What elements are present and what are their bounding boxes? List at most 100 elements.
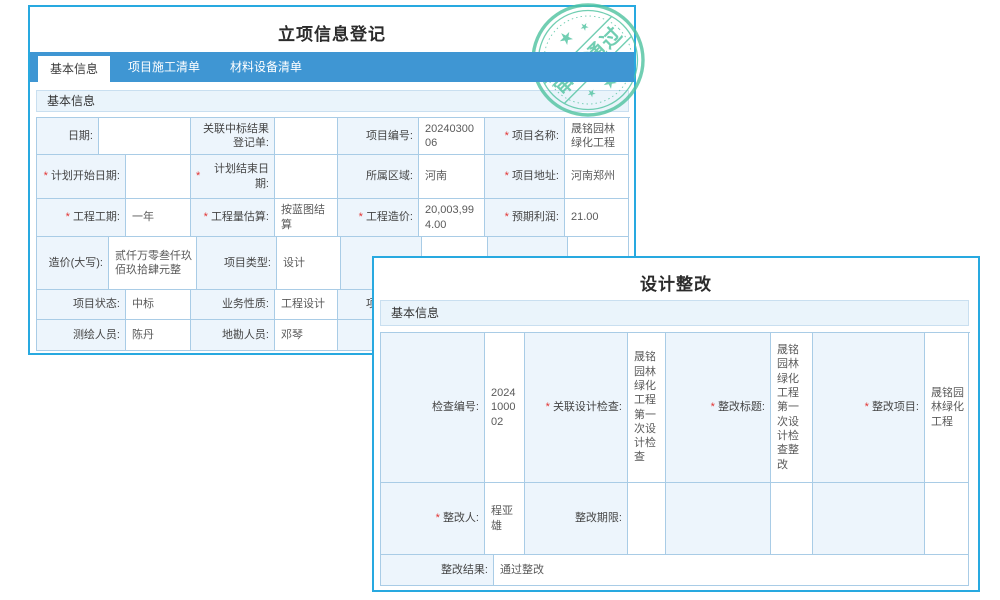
tab-bar: 基本信息项目施工清单材料设备清单 [30, 52, 634, 82]
field-label-text: 整改结果: [441, 563, 488, 577]
field-value: 2024100002 [485, 333, 525, 483]
form-row: 日期:关联中标结果登记单:项目编号:2024030006*项目名称:晟铭园林绿化… [37, 118, 630, 155]
field-value: 20,003,994.00 [419, 199, 485, 237]
form-row: 整改结果: 通过整改 [381, 555, 970, 586]
field-label-text: 所属区域: [366, 169, 413, 183]
required-asterisk: * [865, 400, 869, 414]
field-value: 陈丹 [126, 320, 191, 351]
field-label-text: 地勘人员: [222, 328, 269, 342]
field-label: 整改结果: [381, 555, 494, 586]
field-label-text: 项目状态: [73, 297, 120, 311]
field-value: 中标 [126, 290, 191, 320]
field-value: 邓琴 [275, 320, 338, 351]
field-value [126, 155, 191, 199]
field-label [813, 483, 925, 555]
design-rectification-window: 设计整改 基本信息 检查编号:2024100002*关联设计检查:晟铭园林绿化工… [372, 256, 980, 592]
field-label: 日期: [37, 118, 99, 155]
field-label-text: 整改项目: [872, 400, 919, 414]
required-asterisk: * [505, 169, 509, 183]
field-label-text: 整改标题: [718, 400, 765, 414]
required-asterisk: * [505, 210, 509, 224]
field-label: *工程工期: [37, 199, 126, 237]
required-asterisk: * [204, 210, 208, 224]
field-label: 所属区域: [338, 155, 419, 199]
field-label [666, 483, 771, 555]
field-label: *整改项目: [813, 333, 925, 483]
form-row: *工程工期:一年*工程量估算:按蓝图结算*工程造价:20,003,994.00*… [37, 199, 630, 237]
field-label-text: 计划开始日期: [51, 169, 120, 183]
field-label-text: 整改期限: [575, 511, 622, 525]
field-value: 通过整改 [494, 555, 969, 586]
field-label: 整改期限: [525, 483, 628, 555]
field-value [275, 155, 338, 199]
field-value: 工程设计 [275, 290, 338, 320]
field-label: *计划开始日期: [37, 155, 126, 199]
field-label: 造价(大写): [37, 237, 109, 290]
field-label-text: 日期: [68, 129, 93, 143]
form-row: 检查编号:2024100002*关联设计检查:晟铭园林绿化工程第一次设计检查*整… [381, 333, 970, 483]
required-asterisk: * [505, 129, 509, 143]
field-value: 贰仟万零叁仟玖佰玖拾肆元整 [109, 237, 197, 290]
field-label-text: 项目类型: [224, 256, 271, 270]
field-label-text: 检查编号: [432, 400, 479, 414]
required-asterisk: * [359, 210, 363, 224]
form-row: *计划开始日期:*计划结束日期:所属区域:河南*项目地址:河南郑州 [37, 155, 630, 199]
field-label-text: 造价(大写): [49, 256, 103, 270]
field-label-text: 计划结束日期: [203, 162, 269, 191]
page-title: 立项信息登记 [30, 20, 634, 45]
field-label: 项目编号: [338, 118, 419, 155]
field-value: 2024030006 [419, 118, 485, 155]
field-label: *整改标题: [666, 333, 771, 483]
field-label-text: 测绘人员: [73, 328, 120, 342]
required-asterisk: * [196, 169, 200, 183]
tab[interactable]: 基本信息 [38, 56, 110, 82]
field-value: 晟铭园林绿化工程 [565, 118, 629, 155]
field-value [99, 118, 191, 155]
field-value: 程亚雄 [485, 483, 525, 555]
field-label-text: 项目名称: [512, 129, 559, 143]
field-label: 项目类型: [197, 237, 277, 290]
required-asterisk: * [66, 210, 70, 224]
field-label: *计划结束日期: [191, 155, 275, 199]
field-label: 检查编号: [381, 333, 485, 483]
tab[interactable]: 项目施工清单 [116, 52, 212, 82]
form-row: *整改人:程亚雄整改期限: [381, 483, 970, 555]
field-value: 设计 [277, 237, 341, 290]
field-label: 地勘人员: [191, 320, 275, 351]
required-asterisk: * [436, 511, 440, 525]
field-value: 晟铭园林绿化工程第一次设计检查 [628, 333, 666, 483]
field-label: 关联中标结果登记单: [191, 118, 275, 155]
page-title: 设计整改 [374, 270, 978, 295]
field-value: 晟铭园林绿化工程第一次设计检查整改 [771, 333, 813, 483]
field-value: 一年 [126, 199, 191, 237]
field-value [275, 118, 338, 155]
field-label-text: 业务性质: [222, 297, 269, 311]
field-label: *预期利润: [485, 199, 565, 237]
field-value: 21.00 [565, 199, 629, 237]
field-value: 按蓝图结算 [275, 199, 338, 237]
field-value: 河南 [419, 155, 485, 199]
tab[interactable]: 材料设备清单 [218, 52, 314, 82]
required-asterisk: * [44, 169, 48, 183]
field-label: *关联设计检查: [525, 333, 628, 483]
field-value [925, 483, 969, 555]
field-label-text: 预期利润: [512, 210, 559, 224]
field-value [771, 483, 813, 555]
field-label: 测绘人员: [37, 320, 126, 351]
field-label-text: 项目地址: [512, 169, 559, 183]
field-label-text: 项目编号: [366, 129, 413, 143]
section-header: 基本信息 [380, 300, 969, 326]
required-asterisk: * [711, 400, 715, 414]
field-label: *项目地址: [485, 155, 565, 199]
field-label-text: 工程造价: [366, 210, 413, 224]
field-label: *工程造价: [338, 199, 419, 237]
field-value: 河南郑州 [565, 155, 629, 199]
field-label-text: 工程工期: [73, 210, 120, 224]
field-label: *项目名称: [485, 118, 565, 155]
field-value: 晟铭园林绿化工程 [925, 333, 969, 483]
field-label-text: 关联设计检查: [553, 400, 622, 414]
desktop: { "ui": { "required_marker": "*" }, "sta… [0, 0, 1000, 600]
rectification-form: 检查编号:2024100002*关联设计检查:晟铭园林绿化工程第一次设计检查*整… [380, 332, 970, 586]
field-label: 项目状态: [37, 290, 126, 320]
required-asterisk: * [546, 400, 550, 414]
